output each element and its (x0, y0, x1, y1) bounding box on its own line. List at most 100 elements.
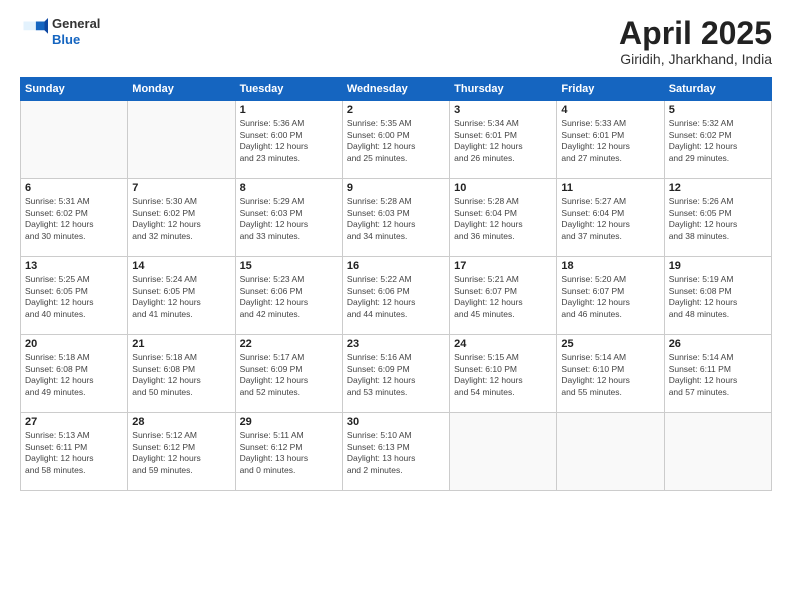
day-number: 22 (240, 338, 338, 350)
day-number: 5 (669, 104, 767, 116)
day-cell: 9 Sunrise: 5:28 AM Sunset: 6:03 PM Daylig… (342, 179, 449, 257)
day-info: Sunrise: 5:20 AM Sunset: 6:07 PM Dayligh… (561, 274, 659, 320)
day-number: 16 (347, 260, 445, 272)
calendar-title: April 2025 (619, 16, 772, 51)
day-number: 9 (347, 182, 445, 194)
day-cell: 26 Sunrise: 5:14 AM Sunset: 6:11 PM Dayli… (664, 335, 771, 413)
day-number: 28 (132, 416, 230, 428)
day-cell: 5Sunrise: 5:32 AM Sunset: 6:02 PM Daylig… (664, 101, 771, 179)
weekday-sunday: Sunday (21, 78, 128, 101)
day-info: Sunrise: 5:11 AM Sunset: 6:12 PM Dayligh… (240, 430, 338, 476)
logo-blue: Blue (52, 32, 100, 48)
day-number: 1 (240, 104, 338, 116)
day-info: Sunrise: 5:36 AM Sunset: 6:00 PM Dayligh… (240, 118, 338, 164)
weekday-tuesday: Tuesday (235, 78, 342, 101)
weekday-thursday: Thursday (450, 78, 557, 101)
day-info: Sunrise: 5:23 AM Sunset: 6:06 PM Dayligh… (240, 274, 338, 320)
day-cell: 19 Sunrise: 5:19 AM Sunset: 6:08 PM Dayli… (664, 257, 771, 335)
day-cell: 11 Sunrise: 5:27 AM Sunset: 6:04 PM Dayli… (557, 179, 664, 257)
day-cell: 15Sunrise: 5:23 AM Sunset: 6:06 PM Dayli… (235, 257, 342, 335)
day-info: Sunrise: 5:21 AM Sunset: 6:07 PM Dayligh… (454, 274, 552, 320)
day-cell: 18 Sunrise: 5:20 AM Sunset: 6:07 PM Dayli… (557, 257, 664, 335)
day-cell (128, 101, 235, 179)
day-cell: 12 Sunrise: 5:26 AM Sunset: 6:05 PM Dayli… (664, 179, 771, 257)
calendar-subtitle: Giridih, Jharkhand, India (619, 51, 772, 67)
day-cell: 20 Sunrise: 5:18 AM Sunset: 6:08 PM Dayli… (21, 335, 128, 413)
day-number: 14 (132, 260, 230, 272)
day-cell: 10 Sunrise: 5:28 AM Sunset: 6:04 PM Dayli… (450, 179, 557, 257)
day-number: 7 (132, 182, 230, 194)
day-number: 6 (25, 182, 123, 194)
day-number: 18 (561, 260, 659, 272)
week-row-1: 1 Sunrise: 5:36 AM Sunset: 6:00 PM Daylig… (21, 101, 772, 179)
day-info: Sunrise: 5:17 AM Sunset: 6:09 PM Dayligh… (240, 352, 338, 398)
day-info: Sunrise: 5:18 AM Sunset: 6:08 PM Dayligh… (132, 352, 230, 398)
day-cell (557, 413, 664, 491)
day-cell: 28 Sunrise: 5:12 AM Sunset: 6:12 PM Dayli… (128, 413, 235, 491)
day-cell: 23 Sunrise: 5:16 AM Sunset: 6:09 PM Dayli… (342, 335, 449, 413)
day-cell: 29 Sunrise: 5:11 AM Sunset: 6:12 PM Dayli… (235, 413, 342, 491)
day-info: Sunrise: 5:34 AM Sunset: 6:01 PM Dayligh… (454, 118, 552, 164)
day-info: Sunrise: 5:12 AM Sunset: 6:12 PM Dayligh… (132, 430, 230, 476)
week-row-4: 20 Sunrise: 5:18 AM Sunset: 6:08 PM Dayli… (21, 335, 772, 413)
day-number: 11 (561, 182, 659, 194)
day-cell: 13Sunrise: 5:25 AM Sunset: 6:05 PM Dayli… (21, 257, 128, 335)
day-number: 2 (347, 104, 445, 116)
day-number: 29 (240, 416, 338, 428)
weekday-header-row: SundayMondayTuesdayWednesdayThursdayFrid… (21, 78, 772, 101)
day-cell: 4Sunrise: 5:33 AM Sunset: 6:01 PM Daylig… (557, 101, 664, 179)
weekday-monday: Monday (128, 78, 235, 101)
title-section: April 2025 Giridih, Jharkhand, India (619, 16, 772, 67)
day-info: Sunrise: 5:35 AM Sunset: 6:00 PM Dayligh… (347, 118, 445, 164)
day-info: Sunrise: 5:26 AM Sunset: 6:05 PM Dayligh… (669, 196, 767, 242)
day-info: Sunrise: 5:19 AM Sunset: 6:08 PM Dayligh… (669, 274, 767, 320)
day-info: Sunrise: 5:16 AM Sunset: 6:09 PM Dayligh… (347, 352, 445, 398)
weekday-friday: Friday (557, 78, 664, 101)
day-info: Sunrise: 5:25 AM Sunset: 6:05 PM Dayligh… (25, 274, 123, 320)
logo: General Blue (20, 16, 100, 47)
logo-general: General (52, 16, 100, 32)
day-cell (21, 101, 128, 179)
day-cell: 30 Sunrise: 5:10 AM Sunset: 6:13 PM Dayli… (342, 413, 449, 491)
day-cell: 6Sunrise: 5:31 AM Sunset: 6:02 PM Daylig… (21, 179, 128, 257)
day-cell: 3 Sunrise: 5:34 AM Sunset: 6:01 PM Daylig… (450, 101, 557, 179)
logo-text: General Blue (52, 16, 100, 47)
day-number: 12 (669, 182, 767, 194)
day-info: Sunrise: 5:22 AM Sunset: 6:06 PM Dayligh… (347, 274, 445, 320)
day-info: Sunrise: 5:10 AM Sunset: 6:13 PM Dayligh… (347, 430, 445, 476)
day-number: 19 (669, 260, 767, 272)
day-number: 23 (347, 338, 445, 350)
day-info: Sunrise: 5:18 AM Sunset: 6:08 PM Dayligh… (25, 352, 123, 398)
day-number: 24 (454, 338, 552, 350)
day-cell: 27Sunrise: 5:13 AM Sunset: 6:11 PM Dayli… (21, 413, 128, 491)
day-cell: 24 Sunrise: 5:15 AM Sunset: 6:10 PM Dayli… (450, 335, 557, 413)
day-number: 8 (240, 182, 338, 194)
day-number: 3 (454, 104, 552, 116)
day-info: Sunrise: 5:14 AM Sunset: 6:11 PM Dayligh… (669, 352, 767, 398)
day-number: 30 (347, 416, 445, 428)
day-info: Sunrise: 5:15 AM Sunset: 6:10 PM Dayligh… (454, 352, 552, 398)
day-number: 20 (25, 338, 123, 350)
weekday-saturday: Saturday (664, 78, 771, 101)
day-info: Sunrise: 5:33 AM Sunset: 6:01 PM Dayligh… (561, 118, 659, 164)
day-number: 26 (669, 338, 767, 350)
day-info: Sunrise: 5:28 AM Sunset: 6:04 PM Dayligh… (454, 196, 552, 242)
calendar-table: SundayMondayTuesdayWednesdayThursdayFrid… (20, 77, 772, 491)
day-cell: 16 Sunrise: 5:22 AM Sunset: 6:06 PM Dayli… (342, 257, 449, 335)
day-cell: 17Sunrise: 5:21 AM Sunset: 6:07 PM Dayli… (450, 257, 557, 335)
day-info: Sunrise: 5:29 AM Sunset: 6:03 PM Dayligh… (240, 196, 338, 242)
weekday-wednesday: Wednesday (342, 78, 449, 101)
week-row-3: 13Sunrise: 5:25 AM Sunset: 6:05 PM Dayli… (21, 257, 772, 335)
day-number: 21 (132, 338, 230, 350)
day-cell: 22 Sunrise: 5:17 AM Sunset: 6:09 PM Dayli… (235, 335, 342, 413)
day-cell: 1 Sunrise: 5:36 AM Sunset: 6:00 PM Daylig… (235, 101, 342, 179)
day-info: Sunrise: 5:14 AM Sunset: 6:10 PM Dayligh… (561, 352, 659, 398)
day-info: Sunrise: 5:24 AM Sunset: 6:05 PM Dayligh… (132, 274, 230, 320)
day-cell: 14 Sunrise: 5:24 AM Sunset: 6:05 PM Dayli… (128, 257, 235, 335)
day-number: 25 (561, 338, 659, 350)
logo-icon (20, 18, 48, 46)
day-number: 10 (454, 182, 552, 194)
day-info: Sunrise: 5:28 AM Sunset: 6:03 PM Dayligh… (347, 196, 445, 242)
day-info: Sunrise: 5:27 AM Sunset: 6:04 PM Dayligh… (561, 196, 659, 242)
day-cell: 21 Sunrise: 5:18 AM Sunset: 6:08 PM Dayli… (128, 335, 235, 413)
